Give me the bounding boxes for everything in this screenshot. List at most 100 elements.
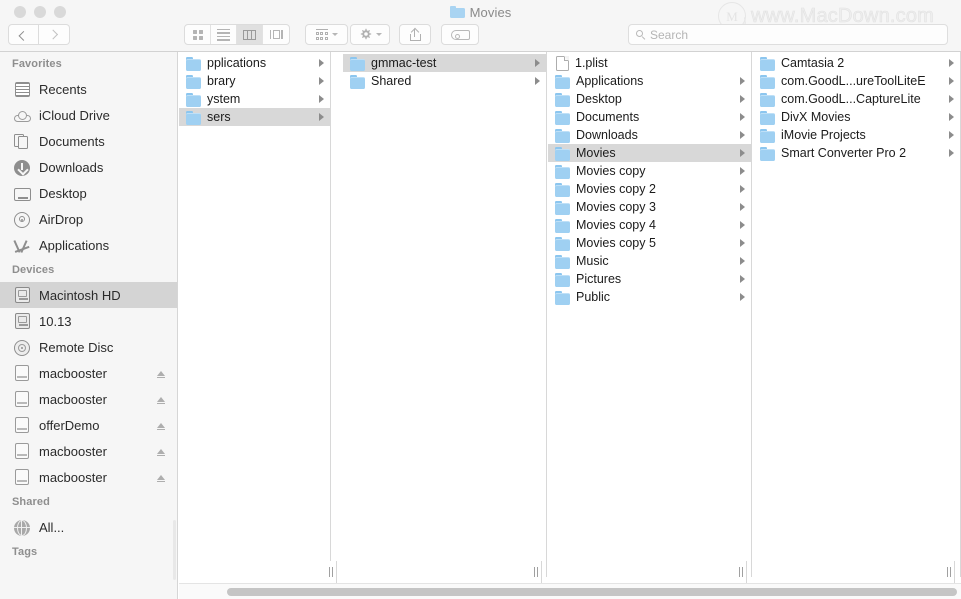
disclosure-arrow-icon[interactable] <box>535 59 540 67</box>
sidebar-item-macbooster[interactable]: macbooster <box>0 438 177 464</box>
disclosure-arrow-icon[interactable] <box>949 149 954 157</box>
list-item[interactable]: iMovie Projects <box>753 126 960 144</box>
list-item[interactable]: DivX Movies <box>753 108 960 126</box>
sidebar-item-applications[interactable]: Applications <box>0 232 177 258</box>
list-item[interactable]: brary <box>179 72 330 90</box>
disclosure-arrow-icon[interactable] <box>740 293 745 301</box>
sidebar-item-documents[interactable]: Documents <box>0 128 177 154</box>
icon-view-button[interactable] <box>185 25 211 44</box>
disclosure-arrow-icon[interactable] <box>740 149 745 157</box>
list-item[interactable]: gmmac-test <box>343 54 546 72</box>
sidebar-scrollbar[interactable] <box>173 520 176 580</box>
disclosure-arrow-icon[interactable] <box>319 113 324 121</box>
sidebar-item-offerdemo[interactable]: offerDemo <box>0 412 177 438</box>
arrange-button[interactable] <box>305 24 348 45</box>
horizontal-scrollbar-track[interactable] <box>179 583 961 599</box>
list-item[interactable]: Documents <box>548 108 751 126</box>
column-resize-handle[interactable] <box>326 561 337 583</box>
disclosure-arrow-icon[interactable] <box>740 113 745 121</box>
disclosure-arrow-icon[interactable] <box>740 77 745 85</box>
close-button[interactable] <box>14 6 26 18</box>
action-button[interactable] <box>350 24 390 45</box>
horizontal-scrollbar-thumb[interactable] <box>227 588 957 596</box>
sidebar-item-downloads[interactable]: Downloads <box>0 154 177 180</box>
sidebar-item-macbooster[interactable]: macbooster <box>0 360 177 386</box>
disclosure-arrow-icon[interactable] <box>949 77 954 85</box>
list-view-button[interactable] <box>211 25 237 44</box>
sidebar-item-icloud-drive[interactable]: iCloud Drive <box>0 102 177 128</box>
disclosure-arrow-icon[interactable] <box>740 257 745 265</box>
disclosure-arrow-icon[interactable] <box>949 59 954 67</box>
gallery-view-button[interactable] <box>263 25 289 44</box>
list-item[interactable]: ystem <box>179 90 330 108</box>
list-item[interactable]: pplications <box>179 54 330 72</box>
list-item[interactable]: Smart Converter Pro 2 <box>753 144 960 162</box>
column-resize-handle[interactable] <box>531 561 542 583</box>
folder-icon <box>760 110 775 125</box>
sidebar-item-remote-disc[interactable]: Remote Disc <box>0 334 177 360</box>
disclosure-arrow-icon[interactable] <box>740 131 745 139</box>
disclosure-arrow-icon[interactable] <box>740 95 745 103</box>
list-item[interactable]: Movies <box>548 144 751 162</box>
disclosure-arrow-icon[interactable] <box>740 221 745 229</box>
disclosure-arrow-icon[interactable] <box>949 113 954 121</box>
sidebar-item-all[interactable]: All... <box>0 514 177 540</box>
list-item[interactable]: sers <box>179 108 330 126</box>
list-item[interactable]: Pictures <box>548 270 751 288</box>
list-item[interactable]: Shared <box>343 72 546 90</box>
drive-icon <box>14 416 31 434</box>
sidebar-item-macbooster[interactable]: macbooster <box>0 464 177 490</box>
eject-icon[interactable] <box>157 370 165 379</box>
disclosure-arrow-icon[interactable] <box>319 77 324 85</box>
sidebar-item-desktop[interactable]: Desktop <box>0 180 177 206</box>
sidebar-item-label: Desktop <box>39 185 87 201</box>
grid-icon <box>192 29 203 40</box>
column-view-button[interactable] <box>237 25 263 44</box>
minimize-button[interactable] <box>34 6 46 18</box>
list-item[interactable]: Camtasia 2 <box>753 54 960 72</box>
sidebar-item-airdrop[interactable]: AirDrop <box>0 206 177 232</box>
disclosure-arrow-icon[interactable] <box>535 77 540 85</box>
forward-button[interactable] <box>39 24 70 45</box>
list-item[interactable]: Movies copy 2 <box>548 180 751 198</box>
list-item[interactable]: Applications <box>548 72 751 90</box>
eject-icon[interactable] <box>157 396 165 405</box>
eject-icon[interactable] <box>157 448 165 457</box>
disclosure-arrow-icon[interactable] <box>740 239 745 247</box>
disclosure-arrow-icon[interactable] <box>949 131 954 139</box>
zoom-button[interactable] <box>54 6 66 18</box>
disclosure-arrow-icon[interactable] <box>319 95 324 103</box>
list-item[interactable]: com.GoodL...CaptureLite <box>753 90 960 108</box>
folder-icon <box>350 56 365 71</box>
disclosure-arrow-icon[interactable] <box>740 185 745 193</box>
tags-button[interactable] <box>441 24 479 45</box>
column-resize-handle[interactable] <box>736 561 747 583</box>
list-item[interactable]: Public <box>548 288 751 306</box>
list-item[interactable]: Movies copy 4 <box>548 216 751 234</box>
sidebar-item-macintosh-hd[interactable]: Macintosh HD <box>0 282 177 308</box>
back-button[interactable] <box>8 24 39 45</box>
list-item[interactable]: Movies copy 3 <box>548 198 751 216</box>
search-input[interactable]: Search <box>628 24 948 45</box>
drive-icon <box>14 390 31 408</box>
sidebar-item-recents[interactable]: Recents <box>0 76 177 102</box>
list-item[interactable]: Music <box>548 252 751 270</box>
eject-icon[interactable] <box>157 474 165 483</box>
eject-icon[interactable] <box>157 422 165 431</box>
disclosure-arrow-icon[interactable] <box>740 203 745 211</box>
list-item[interactable]: Desktop <box>548 90 751 108</box>
list-item[interactable]: com.GoodL...ureToolLiteE <box>753 72 960 90</box>
applications-icon <box>14 237 31 254</box>
sidebar-item-10-13[interactable]: 10.13 <box>0 308 177 334</box>
list-item[interactable]: Downloads <box>548 126 751 144</box>
disclosure-arrow-icon[interactable] <box>949 95 954 103</box>
sidebar-item-macbooster[interactable]: macbooster <box>0 386 177 412</box>
list-item[interactable]: Movies copy <box>548 162 751 180</box>
disclosure-arrow-icon[interactable] <box>319 59 324 67</box>
disclosure-arrow-icon[interactable] <box>740 275 745 283</box>
list-item[interactable]: Movies copy 5 <box>548 234 751 252</box>
disclosure-arrow-icon[interactable] <box>740 167 745 175</box>
column-resize-handle[interactable] <box>944 561 955 583</box>
list-item[interactable]: 1.plist <box>548 54 751 72</box>
share-button[interactable] <box>399 24 431 45</box>
